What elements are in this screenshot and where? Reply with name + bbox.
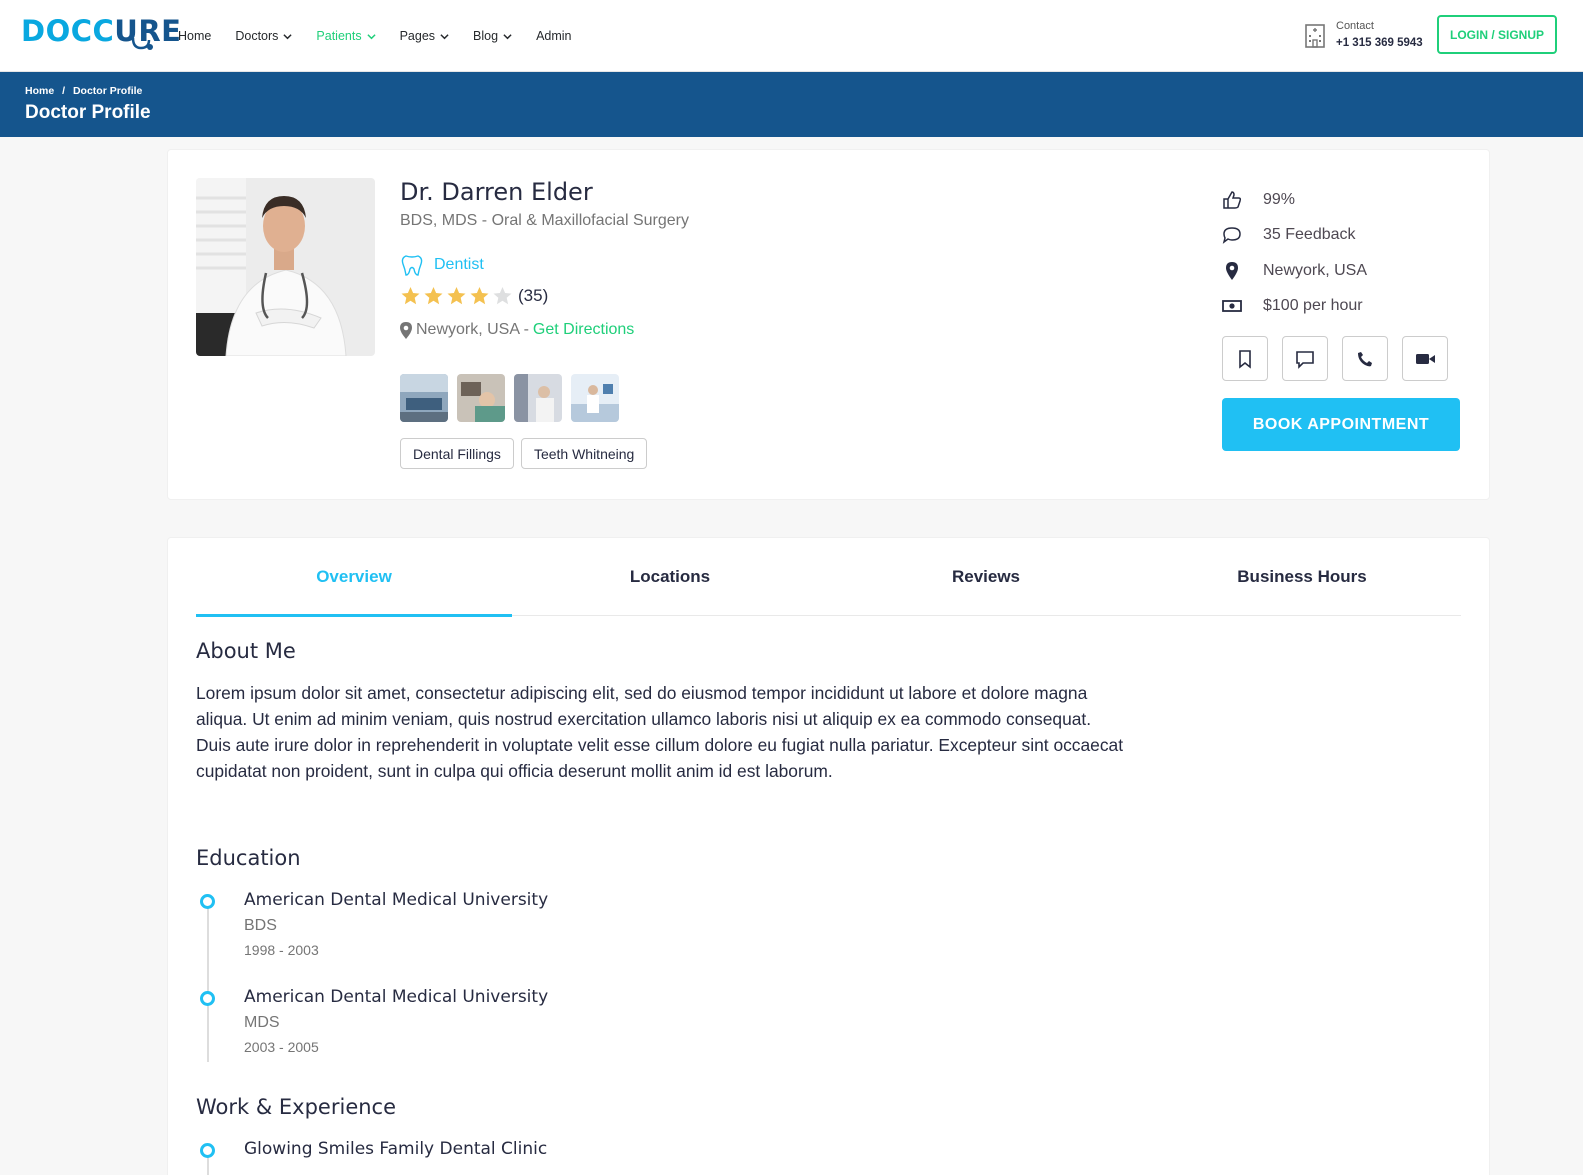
map-marker-icon <box>400 321 412 339</box>
timeline-dot <box>200 1143 215 1158</box>
nav-patients[interactable]: Patients <box>316 29 376 43</box>
tooth-icon <box>401 255 423 276</box>
doctor-details-card: Overview Locations Reviews Business Hour… <box>167 537 1490 1175</box>
education-school[interactable]: American Dental Medical University <box>244 987 548 1007</box>
breadcrumb: Home / Doctor Profile <box>25 85 147 97</box>
clinic-gallery <box>400 374 628 422</box>
nav-admin[interactable]: Admin <box>536 29 571 43</box>
nav-doctors[interactable]: Doctors <box>235 29 293 43</box>
breadcrumb-bar: Home / Doctor Profile Doctor Profile <box>0 72 1583 137</box>
education-timeline: American Dental Medical University BDS 1… <box>196 890 796 1070</box>
doctor-photo <box>196 178 375 356</box>
breadcrumb-home[interactable]: Home <box>25 85 54 97</box>
details-tabs: Overview Locations Reviews Business Hour… <box>196 538 1461 617</box>
bookmark-button[interactable] <box>1222 336 1268 381</box>
star-empty-icon <box>493 287 512 305</box>
doctor-name: Dr. Darren Elder <box>400 178 593 206</box>
nav-home[interactable]: Home <box>178 29 211 43</box>
education-school[interactable]: American Dental Medical University <box>244 890 548 910</box>
education-years: 2003 - 2005 <box>244 1039 319 1055</box>
stethoscope-icon <box>131 37 153 50</box>
book-appointment-button[interactable]: BOOK APPOINTMENT <box>1222 398 1460 451</box>
gallery-image[interactable] <box>514 374 562 422</box>
phone-icon <box>1358 351 1372 366</box>
page-title: Doctor Profile <box>25 102 151 123</box>
nav-pages[interactable]: Pages <box>400 29 449 43</box>
contact-actions <box>1222 336 1462 381</box>
nav-blog[interactable]: Blog <box>473 29 512 43</box>
about-text: Lorem ipsum dolor sit amet, consectetur … <box>196 683 1124 781</box>
likes-value: 99% <box>1263 190 1296 208</box>
location-value: Newyork, USA <box>1263 261 1368 279</box>
doctor-stats: 99% 35 Feedback Newyork, USA $100 per ho… <box>1222 182 1367 324</box>
gallery-image[interactable] <box>571 374 619 422</box>
services-tags: Dental Fillings Teeth Whitneing <box>400 438 654 469</box>
stat-price: $100 per hour <box>1222 289 1367 325</box>
doctor-profile-card: Dr. Darren Elder BDS, MDS - Oral & Maxil… <box>167 149 1490 500</box>
service-tag: Dental Fillings <box>400 438 514 469</box>
star-icon <box>401 287 420 305</box>
timeline-line <box>207 902 209 1062</box>
logo[interactable]: DOCCURE <box>21 14 182 48</box>
stat-likes: 99% <box>1222 182 1367 218</box>
breadcrumb-current: Doctor Profile <box>72 85 143 97</box>
chevron-down-icon <box>440 33 449 39</box>
tab-locations[interactable]: Locations <box>512 538 828 616</box>
doctor-speciality: BDS, MDS - Oral & Maxillofacial Surgery <box>400 212 689 229</box>
work-timeline: Glowing Smiles Family Dental Clinic <box>196 1139 796 1175</box>
comment-alt-icon <box>1296 350 1314 369</box>
location-text: Newyork, USA - <box>416 321 529 338</box>
chevron-down-icon <box>366 33 376 39</box>
money-bill-icon <box>1222 300 1242 313</box>
chevron-down-icon <box>283 33 293 39</box>
login-signup-button[interactable]: LOGIN / SIGNUP <box>1437 15 1557 54</box>
rating-count: (35) <box>518 286 549 305</box>
about-title: About Me <box>196 639 296 663</box>
get-directions-link[interactable]: Get Directions <box>533 321 634 339</box>
education-title: Education <box>196 846 301 870</box>
feedback-value: 35 Feedback <box>1263 226 1356 244</box>
education-degree: BDS <box>244 917 277 934</box>
bookmark-icon <box>1239 349 1251 369</box>
header-contact: Contact +1 315 369 5943 <box>1304 18 1423 52</box>
gallery-image[interactable] <box>457 374 505 422</box>
doctor-department: Dentist <box>400 253 484 277</box>
tab-reviews[interactable]: Reviews <box>828 538 1144 616</box>
gallery-image[interactable] <box>400 374 448 422</box>
service-tag: Teeth Whitneing <box>520 438 648 469</box>
education-degree: MDS <box>244 1014 280 1031</box>
comment-icon <box>1222 227 1241 245</box>
star-icon <box>447 287 466 305</box>
top-navbar: DOCCURE Home Doctors Patients Pages Blog… <box>0 0 1583 72</box>
star-rating: (35) <box>400 286 548 306</box>
chat-button[interactable] <box>1282 336 1328 381</box>
video-camera-icon <box>1416 353 1435 364</box>
hospital-building-icon <box>1305 24 1325 48</box>
voice-call-button[interactable] <box>1342 336 1388 381</box>
stat-location: Newyork, USA <box>1222 253 1367 289</box>
star-icon <box>470 287 489 305</box>
work-place[interactable]: Glowing Smiles Family Dental Clinic <box>244 1139 547 1159</box>
timeline-dot <box>200 991 215 1006</box>
work-title: Work & Experience <box>196 1095 397 1119</box>
stat-feedback: 35 Feedback <box>1222 218 1367 254</box>
chevron-down-icon <box>503 33 512 39</box>
education-years: 1998 - 2003 <box>244 942 319 958</box>
contact-label: Contact <box>1336 20 1374 32</box>
timeline-dot <box>200 894 215 909</box>
thumbs-up-icon <box>1223 190 1242 209</box>
price-value: $100 per hour <box>1263 297 1363 315</box>
tab-overview[interactable]: Overview <box>196 538 512 617</box>
breadcrumb-separator: / <box>62 85 66 97</box>
doctor-location: Newyork, USA - Get Directions <box>400 321 634 339</box>
tab-business-hours[interactable]: Business Hours <box>1144 538 1460 616</box>
department-label[interactable]: Dentist <box>434 256 484 274</box>
main-nav: Home Doctors Patients Pages Blog Admin <box>178 0 596 72</box>
contact-phone[interactable]: +1 315 369 5943 <box>1336 35 1423 52</box>
map-marker-icon <box>1226 261 1238 280</box>
video-call-button[interactable] <box>1402 336 1448 381</box>
star-icon <box>424 287 443 305</box>
